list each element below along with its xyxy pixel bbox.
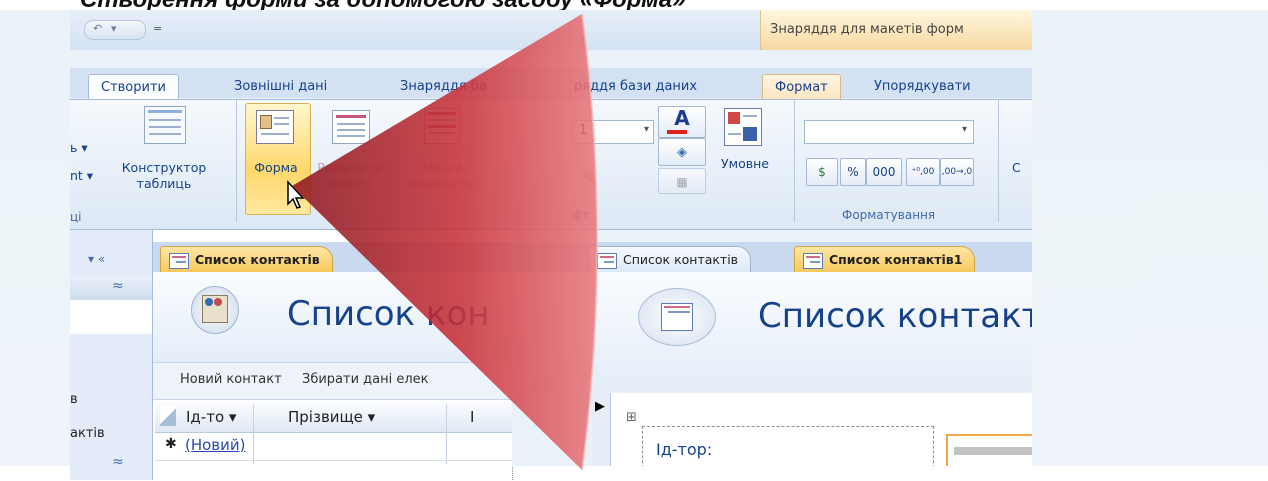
nav-item-blank <box>70 300 152 334</box>
doc-tab-label: Список контактів <box>195 252 320 267</box>
paint-bucket-icon: ◈ <box>677 145 687 160</box>
increase-decimals-button[interactable]: ⁺⁰,00 <box>906 158 940 186</box>
decrease-decimals-button[interactable]: ,00→,0 <box>940 158 974 186</box>
qat-dropdown-icon[interactable]: ▾ <box>111 22 117 35</box>
form-tab-icon <box>169 253 189 269</box>
nav-group-header[interactable]: ≈ <box>70 276 152 300</box>
form-button[interactable]: Форма <box>250 160 302 176</box>
nav-collapse-down-icon[interactable]: ≈ <box>112 454 124 470</box>
ribbon-fragment-bottom[interactable]: nt ▾ <box>70 168 93 184</box>
font-size-value: 1 <box>579 123 588 138</box>
chevron-down-icon: ▾ <box>961 124 967 135</box>
tab-create[interactable]: Створити <box>88 74 179 101</box>
fill-color-button[interactable]: ◈ <box>658 138 706 166</box>
column-header-surname[interactable]: Прізвище ▾ <box>288 408 375 426</box>
tab-database-tools[interactable]: Знаряддя ба <box>388 74 499 100</box>
table-design-icon[interactable] <box>144 106 186 144</box>
ribbon-fragment-top[interactable]: ь ▾ <box>70 140 88 156</box>
nav-item-fragment-1[interactable]: в <box>70 392 78 407</box>
column-header-id[interactable]: Ід-то ▾ <box>186 408 236 426</box>
ribbon-edge-fragment[interactable]: С <box>1012 160 1021 176</box>
group-label-font: фт <box>572 208 590 222</box>
contextual-tab-title: Знаряддя для макетів форм <box>770 22 964 37</box>
collect-data-link[interactable]: Збирати дані елек <box>302 372 429 387</box>
group-label-tables: ці <box>70 210 82 224</box>
currency-button[interactable]: $ <box>806 158 838 186</box>
table-design-button[interactable]: Конструктор таблиць <box>114 160 214 192</box>
undo-icon[interactable]: ↶ <box>93 22 102 35</box>
tab-database-tools-right[interactable]: ряддя бази даних <box>562 74 709 100</box>
gridlines-button[interactable]: ▦ <box>658 168 706 194</box>
form-header-icon <box>638 288 716 346</box>
multiple-items-label-1: Кілька <box>420 160 464 175</box>
field-label-id: Ід-тор: <box>656 440 713 459</box>
contacts-book-icon <box>191 286 239 334</box>
nav-pane-controls[interactable]: ▾ « <box>88 252 105 266</box>
multiple-items-button[interactable]: Кілька елементів <box>406 160 478 192</box>
layout-move-handle-icon[interactable]: ⊞ <box>626 410 637 425</box>
format-select[interactable]: ▾ <box>804 120 974 144</box>
title-bar: ↶ ▾ = <box>70 10 512 50</box>
table-row-new[interactable]: ✱ (Новий) <box>155 432 512 461</box>
new-record-value[interactable]: (Новий) <box>185 436 246 454</box>
font-size-select[interactable]: 1 ▾ <box>572 120 654 144</box>
grid-icon: ▦ <box>676 175 688 189</box>
left-screenshot: ↶ ▾ = Створити Зовнішні дані Знаряддя ба… <box>70 10 513 480</box>
group-divider <box>236 100 237 222</box>
id-field-textbox[interactable] <box>946 434 1032 466</box>
record-selector[interactable]: ▶ <box>592 393 611 466</box>
nav-item-fragment-2[interactable]: актів <box>70 426 105 441</box>
multiple-items-icon <box>424 108 460 144</box>
chevron-down-icon: ▾ <box>643 124 649 135</box>
contextual-tab-header: Знаряддя для макетів форм <box>760 10 1032 50</box>
doc-tab-label: Список контактів1 <box>829 252 963 267</box>
doc-tab-contacts[interactable]: Список контактів <box>160 246 333 273</box>
doc-tab-contacts-1[interactable]: Список контактів1 <box>794 246 976 273</box>
group-label-formatting: Форматування <box>842 208 936 222</box>
form-tab-icon <box>597 253 617 269</box>
thousands-button[interactable]: 000 <box>866 158 902 186</box>
tab-format[interactable]: Формат <box>762 74 841 101</box>
percent-button[interactable]: % <box>840 158 866 186</box>
form-title: Список кон <box>287 294 490 334</box>
nav-collapse-up-icon[interactable]: ≈ <box>112 278 124 294</box>
font-color-icon: A <box>674 106 690 130</box>
quick-access-toolbar[interactable]: ↶ ▾ = <box>84 20 162 40</box>
table-design-label-2: таблиць <box>136 176 192 191</box>
font-color-button[interactable]: A <box>658 106 706 138</box>
customize-qat-icon[interactable]: = <box>153 22 162 35</box>
doc-tab-label: Список контактів <box>623 252 739 267</box>
table-design-label-1: Конструктор <box>121 160 207 175</box>
tab-arrange[interactable]: Упорядкувати <box>862 74 983 100</box>
new-record-icon: ✱ <box>165 436 177 452</box>
multiple-items-label-2: елементів <box>408 176 476 191</box>
group-divider <box>794 100 795 222</box>
column-header-name[interactable]: І <box>470 408 474 426</box>
select-all-icon[interactable] <box>160 406 176 426</box>
format-painter-icon[interactable]: ✎ <box>582 168 597 189</box>
currency-icon: $ <box>818 165 826 179</box>
doc-tab-contacts[interactable]: Список контактів <box>588 246 752 273</box>
split-form-icon <box>332 110 370 144</box>
form-icon <box>256 110 294 144</box>
new-contact-link[interactable]: Новий контакт <box>180 372 282 387</box>
tab-external-data[interactable]: Зовнішні дані <box>222 74 339 100</box>
mouse-cursor-icon <box>287 180 305 209</box>
right-screenshot: Знаряддя для макетів форм ряддя бази дан… <box>512 10 1032 466</box>
current-record-arrow-icon: ▶ <box>595 399 605 414</box>
group-divider <box>998 100 999 222</box>
conditional-format-button[interactable]: Умовне <box>720 156 770 172</box>
form-header-right: Список контакт <box>512 272 1032 392</box>
form-header: Список кон <box>153 272 512 362</box>
split-form-button[interactable]: Розділити форму <box>314 160 386 192</box>
form-title-right: Список контакт <box>758 296 1032 336</box>
conditional-format-icon <box>724 108 762 146</box>
navigation-pane: ▾ « ≈ в актів ≈ <box>70 230 153 480</box>
split-form-label-1: Розділити <box>317 160 383 175</box>
table-row <box>155 460 512 480</box>
split-form-label-2: форму <box>328 176 372 191</box>
form-tab-icon <box>803 253 823 269</box>
